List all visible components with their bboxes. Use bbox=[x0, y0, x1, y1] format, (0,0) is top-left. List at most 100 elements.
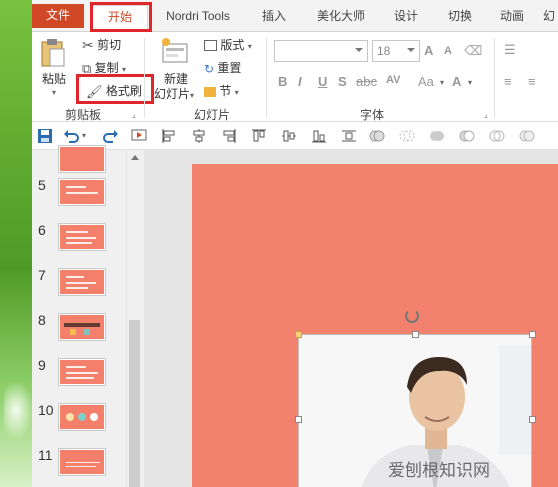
bullets-icon[interactable]: ☰ bbox=[504, 42, 516, 58]
reset-button[interactable]: ↻ 重置 bbox=[204, 59, 241, 76]
slide-thumbnail-8[interactable] bbox=[59, 314, 105, 340]
slide-thumbnail-6[interactable] bbox=[59, 224, 105, 250]
reset-label: 重置 bbox=[217, 61, 242, 75]
slide-thumbnail-7[interactable] bbox=[59, 269, 105, 295]
new-slide-button[interactable] bbox=[160, 36, 190, 66]
chevron-down-icon bbox=[355, 48, 363, 52]
slides-group-label: 幻灯片 bbox=[193, 108, 230, 122]
slide-number-6: 6 bbox=[38, 222, 46, 238]
slide-thumbnail-10[interactable] bbox=[59, 404, 105, 430]
change-case-dropdown-icon[interactable]: ▾ bbox=[440, 78, 444, 87]
tab-transition[interactable]: 切换 bbox=[440, 5, 480, 28]
copy-label: 复制 bbox=[94, 61, 119, 75]
section-button[interactable]: 节 ▾ bbox=[204, 82, 239, 99]
copy-dropdown-icon[interactable]: ▾ bbox=[122, 65, 126, 74]
distribute-objects-icon[interactable] bbox=[340, 127, 358, 145]
fragment-shapes-icon[interactable] bbox=[488, 127, 506, 145]
change-case-button[interactable]: Aa bbox=[418, 74, 434, 89]
tab-slideshow[interactable]: 幻 bbox=[540, 5, 558, 28]
new-slide-label-2[interactable]: 幻灯片▾ bbox=[154, 85, 194, 102]
scissors-icon: ✂ bbox=[82, 37, 94, 54]
undo-icon[interactable] bbox=[62, 127, 80, 145]
font-name-combo[interactable] bbox=[274, 40, 368, 62]
tab-design[interactable]: 设计 bbox=[386, 5, 426, 28]
layout-label: 版式 bbox=[220, 38, 245, 52]
slide-number-5: 5 bbox=[38, 177, 46, 193]
align-left-icon[interactable]: ≡ bbox=[504, 74, 512, 89]
paste-label[interactable]: 粘贴 bbox=[42, 70, 66, 87]
slide-thumbnail-4[interactable] bbox=[59, 146, 105, 172]
font-launcher-icon[interactable]: ⌟ bbox=[484, 110, 488, 119]
slide-number-10: 10 bbox=[38, 402, 54, 418]
clipboard-group-label: 剪贴板 bbox=[64, 108, 101, 122]
clipboard-launcher-icon[interactable]: ⌟ bbox=[132, 110, 136, 119]
combine-shapes-icon[interactable] bbox=[518, 127, 536, 145]
clear-format-icon[interactable]: ⌫ bbox=[464, 43, 482, 59]
new-slide-text: 幻灯片 bbox=[154, 87, 191, 101]
grow-font-button[interactable]: A bbox=[424, 43, 433, 58]
resize-handle[interactable] bbox=[529, 331, 536, 338]
layout-dropdown-icon[interactable]: ▾ bbox=[248, 42, 252, 51]
align-center-icon[interactable]: ≡ bbox=[528, 74, 536, 89]
layout-button[interactable]: 版式 ▾ bbox=[204, 36, 252, 53]
resize-handle[interactable] bbox=[529, 416, 536, 423]
tab-file[interactable]: 文件 bbox=[32, 4, 84, 28]
tab-animation[interactable]: 动画 bbox=[492, 5, 532, 28]
paste-button[interactable] bbox=[40, 38, 66, 68]
scrollbar-thumb[interactable] bbox=[129, 320, 140, 487]
merge-shapes-icon[interactable] bbox=[368, 127, 386, 145]
italic-button[interactable]: I bbox=[298, 74, 302, 89]
redo-icon[interactable] bbox=[102, 127, 120, 145]
slide-thumbnail-9[interactable] bbox=[59, 359, 105, 385]
section-label: 节 bbox=[219, 84, 232, 98]
font-size-combo[interactable]: 18 bbox=[372, 40, 420, 62]
font-color-button[interactable]: A bbox=[452, 74, 461, 89]
bold-button[interactable]: B bbox=[278, 74, 287, 89]
cut-label: 剪切 bbox=[97, 38, 122, 52]
char-spacing-button[interactable]: AV bbox=[386, 74, 400, 86]
shrink-font-button[interactable]: A bbox=[444, 45, 452, 57]
tab-nordri-tools[interactable]: Nordri Tools bbox=[156, 5, 240, 28]
slide-thumbnail-5[interactable] bbox=[59, 179, 105, 205]
cut-button[interactable]: ✂ 剪切 bbox=[82, 36, 121, 54]
align-bottom-objects-icon[interactable] bbox=[310, 127, 328, 145]
union-shapes-icon[interactable] bbox=[428, 127, 446, 145]
quick-access-toolbar: ▾ bbox=[32, 122, 558, 150]
thumbnails-scrollbar[interactable] bbox=[126, 150, 142, 487]
powerpoint-window: 文件 开始 Nordri Tools 插入 美化大师 设计 切换 动画 幻 粘贴… bbox=[32, 0, 558, 487]
tab-insert[interactable]: 插入 bbox=[254, 5, 294, 28]
paste-dropdown-icon[interactable]: ▾ bbox=[52, 88, 56, 97]
align-left-objects-icon[interactable] bbox=[160, 127, 178, 145]
align-right-objects-icon[interactable] bbox=[220, 127, 238, 145]
subtract-shapes-icon[interactable] bbox=[458, 127, 476, 145]
save-icon[interactable] bbox=[36, 127, 54, 145]
new-slide-icon bbox=[162, 38, 188, 63]
font-color-dropdown-icon[interactable]: ▾ bbox=[468, 78, 472, 87]
section-dropdown-icon[interactable]: ▾ bbox=[235, 88, 239, 97]
slide-thumbnail-11[interactable] bbox=[59, 449, 105, 475]
align-top-objects-icon[interactable] bbox=[250, 127, 268, 145]
start-slideshow-icon[interactable] bbox=[130, 127, 148, 145]
highlight-box-home bbox=[90, 2, 152, 32]
current-slide[interactable] bbox=[192, 164, 558, 487]
clipboard-icon bbox=[41, 39, 65, 67]
chevron-down-icon bbox=[407, 48, 415, 52]
separator bbox=[494, 38, 495, 118]
tab-beautify[interactable]: 美化大师 bbox=[310, 5, 372, 28]
resize-handle[interactable] bbox=[412, 331, 419, 338]
intersect-shapes-icon[interactable] bbox=[398, 127, 416, 145]
resize-handle[interactable] bbox=[295, 331, 302, 338]
shadow-button[interactable]: S bbox=[338, 74, 347, 89]
align-middle-objects-icon[interactable] bbox=[280, 127, 298, 145]
new-slide-dropdown-icon[interactable]: ▾ bbox=[190, 91, 194, 100]
slide-number-8: 8 bbox=[38, 312, 46, 328]
separator bbox=[266, 38, 267, 118]
resize-handle[interactable] bbox=[295, 416, 302, 423]
strikethrough-icon[interactable]: abc bbox=[356, 74, 377, 89]
undo-dropdown-icon[interactable]: ▾ bbox=[82, 131, 86, 140]
rotate-handle-icon[interactable] bbox=[405, 309, 419, 323]
scroll-up-icon[interactable] bbox=[131, 155, 139, 160]
align-center-objects-icon[interactable] bbox=[190, 127, 208, 145]
underline-button[interactable]: U bbox=[318, 74, 327, 89]
slide-number-7: 7 bbox=[38, 267, 46, 283]
